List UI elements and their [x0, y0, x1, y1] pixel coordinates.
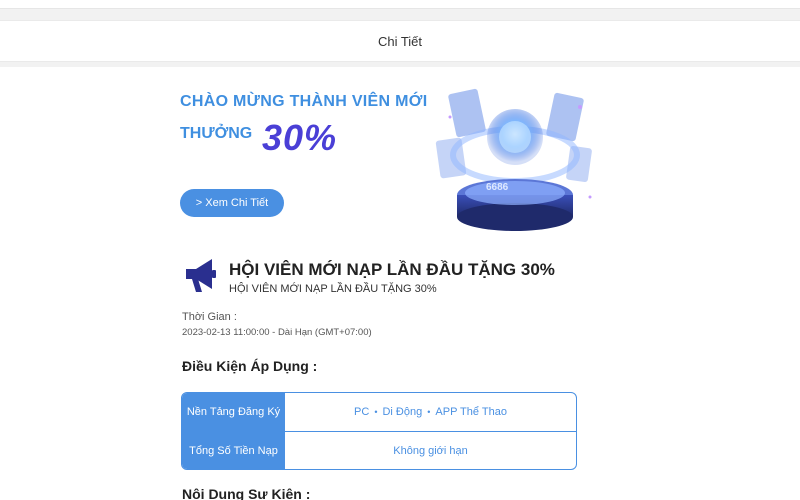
condition-value: PC • Di Động • APP Thể Thao	[285, 393, 576, 431]
table-row: Nền Tảng Đăng Ký PC • Di Động • APP Thể …	[182, 393, 576, 431]
top-strip	[0, 0, 800, 9]
condition-value: Không giới hạn	[285, 432, 576, 469]
condition-key: Tổng Số Tiền Nạp	[182, 432, 285, 469]
page-title: Chi Tiết	[377, 33, 423, 49]
platform-sports-app: APP Thể Thao	[435, 406, 507, 418]
platform-mobile: Di Động	[382, 406, 423, 418]
promo-subtitle: HỘI VIÊN MỚI NẠP LẦN ĐẦU TẶNG 30%	[229, 283, 437, 295]
promo-detail-content: CHÀO MỪNG THÀNH VIÊN MỚI THƯỞNG 30% > Xe…	[0, 67, 800, 500]
device-label: 6686	[486, 182, 509, 193]
banner-device-illustration: 6686	[435, 88, 592, 231]
banner-percent: 30%	[262, 117, 338, 158]
conditions-table: Nền Tảng Đăng Ký PC • Di Động • APP Thể …	[181, 392, 577, 470]
time-label: Thời Gian :	[182, 311, 237, 323]
megaphone-icon	[186, 259, 216, 292]
promo-title: HỘI VIÊN MỚI NẠP LẦN ĐẦU TẶNG 30%	[229, 260, 555, 279]
banner-headline: CHÀO MỪNG THÀNH VIÊN MỚI	[180, 93, 428, 110]
event-content-title: Nội Dung Sự Kiện :	[182, 486, 311, 500]
deposit-amount-value: Không giới hạn	[393, 445, 468, 457]
time-value: 2023-02-13 11:00:00 - Dài Hạn (GMT+07:00…	[182, 327, 372, 338]
view-details-button[interactable]: > Xem Chi Tiết	[180, 189, 284, 217]
banner-bonus-label: THƯỞNG	[180, 125, 253, 142]
separator-dot: •	[374, 407, 378, 417]
separator-dot: •	[427, 407, 431, 417]
condition-key: Nền Tảng Đăng Ký	[182, 393, 285, 431]
page-header: Chi Tiết	[0, 20, 800, 62]
platform-pc: PC	[354, 406, 370, 418]
table-row: Tổng Số Tiền Nạp Không giới hạn	[182, 431, 576, 469]
conditions-title: Điều Kiện Áp Dụng :	[182, 358, 318, 374]
promo-banner: CHÀO MỪNG THÀNH VIÊN MỚI THƯỞNG 30% > Xe…	[180, 67, 600, 242]
